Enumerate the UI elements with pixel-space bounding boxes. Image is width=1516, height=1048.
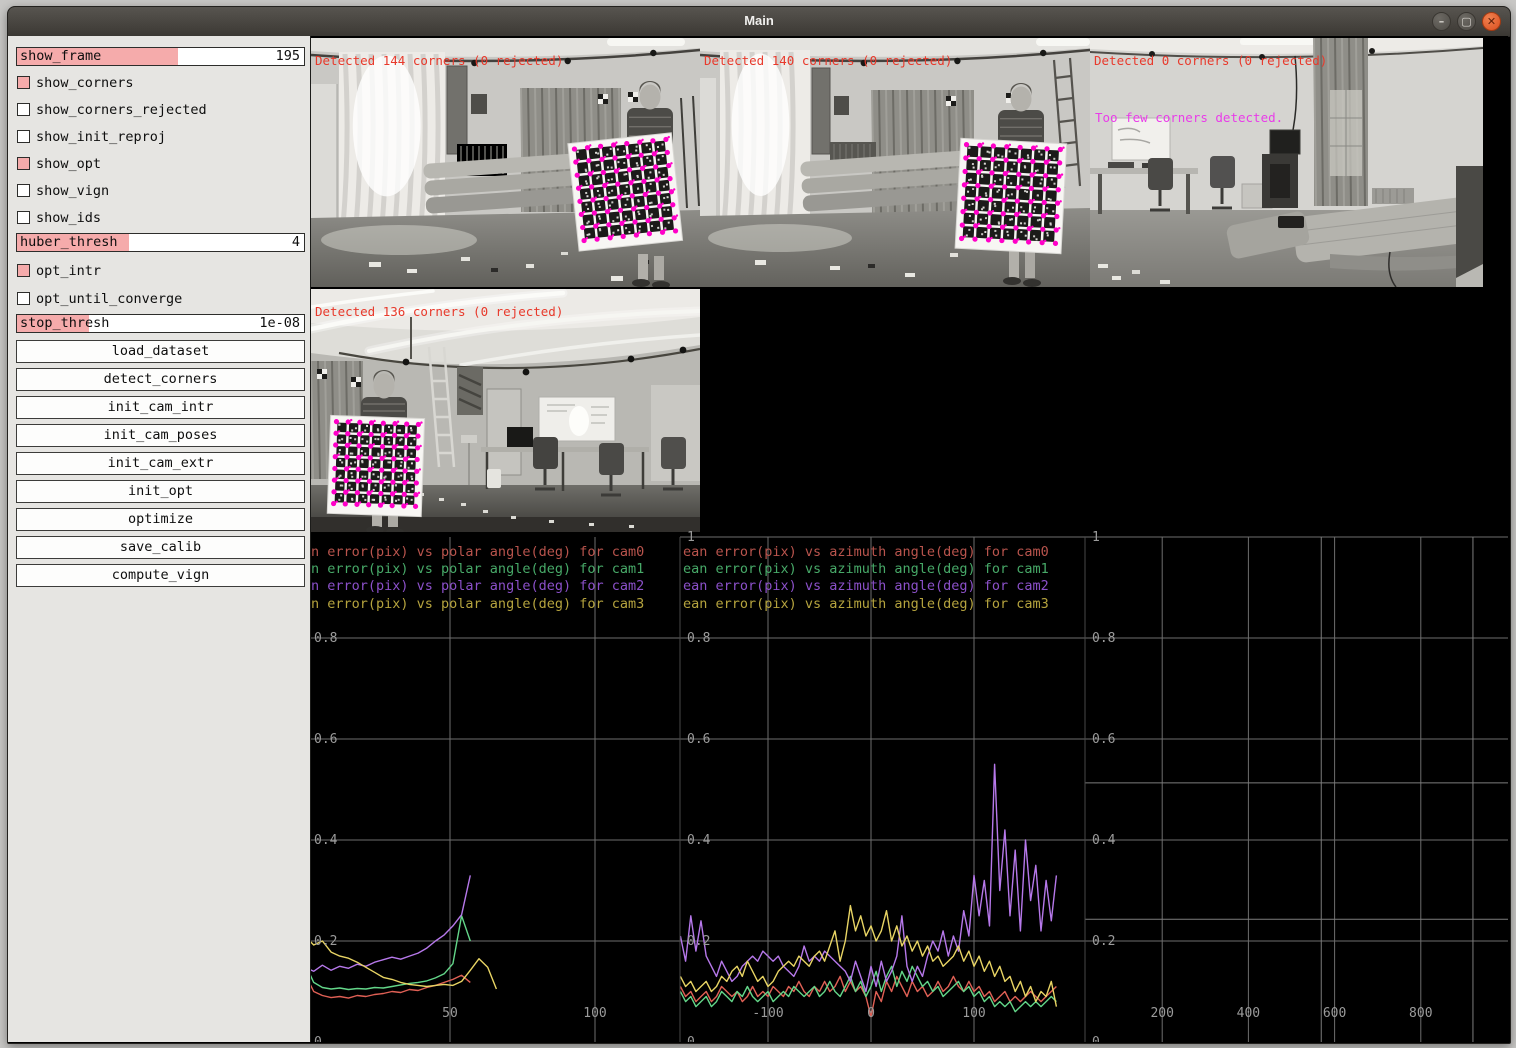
series-cam2: [311, 875, 470, 971]
checkbox-label: opt_intr: [36, 263, 101, 279]
legend-cam1: ean error(pix) vs azimuth angle(deg) for…: [683, 561, 1049, 578]
y-tick-label: 0: [314, 1035, 322, 1042]
huber-thresh-slider[interactable]: huber_thresh 4: [16, 233, 305, 252]
series-cam2: [680, 764, 1056, 991]
window-content: show_frame 195 show_corners show_corners_…: [8, 36, 1508, 1042]
checkbox-icon[interactable]: [17, 292, 30, 305]
checkbox-opt-intr[interactable]: opt_intr: [17, 263, 101, 278]
show-frame-slider[interactable]: show_frame 195: [16, 47, 305, 66]
y-tick-label: 0.2: [1092, 934, 1115, 949]
checkbox-show-corners-rejected[interactable]: show_corners_rejected: [17, 102, 207, 117]
x-tick-label: 0: [867, 1006, 875, 1021]
x-tick-label: 200: [1150, 1006, 1173, 1021]
plots-canvas[interactable]: [311, 36, 1508, 1042]
y-tick-label: 0.6: [687, 732, 710, 747]
checkbox-icon[interactable]: [17, 130, 30, 143]
y-tick-label: 0.8: [687, 631, 710, 646]
save-calib-button[interactable]: save_calib: [16, 536, 305, 559]
y-tick-label: 1: [1092, 530, 1100, 545]
render-area: Detected 144 corners (0 rejected) Detect…: [311, 36, 1508, 1042]
title-bar[interactable]: Main – ▢ ✕: [8, 7, 1510, 37]
legend-cam0: n error(pix) vs polar angle(deg) for cam…: [311, 544, 644, 561]
detection-status-cam3: Detected 136 corners (0 rejected): [315, 304, 563, 319]
checkbox-label: show_init_reproj: [36, 129, 166, 145]
y-tick-label: 1: [687, 530, 695, 545]
checkbox-icon[interactable]: [17, 211, 30, 224]
init-cam-intr-button[interactable]: init_cam_intr: [16, 396, 305, 419]
detection-warning-cam2: Too few corners detected.: [1095, 110, 1283, 125]
x-tick-label: -100: [752, 1006, 783, 1021]
checkbox-icon[interactable]: [17, 264, 30, 277]
legend-cam2: ean error(pix) vs azimuth angle(deg) for…: [683, 578, 1049, 595]
maximize-icon[interactable]: ▢: [1457, 12, 1476, 31]
control-sidebar: show_frame 195 show_corners show_corners_…: [8, 36, 311, 1042]
x-tick-label: 600: [1323, 1006, 1346, 1021]
slider-label: show_frame: [20, 48, 101, 65]
checkbox-label: show_corners: [36, 75, 134, 91]
checkbox-icon[interactable]: [17, 184, 30, 197]
slider-value: 1e-08: [259, 315, 300, 332]
y-tick-label: 0: [687, 1035, 695, 1042]
checkbox-icon[interactable]: [17, 103, 30, 116]
init-cam-extr-button[interactable]: init_cam_extr: [16, 452, 305, 475]
checkbox-opt-until-converge[interactable]: opt_until_converge: [17, 291, 182, 306]
y-tick-label: 0.8: [314, 631, 337, 646]
stop-thresh-slider[interactable]: stop_thresh 1e-08: [16, 314, 305, 333]
checkbox-show-ids[interactable]: show_ids: [17, 210, 101, 225]
y-tick-label: 0: [1092, 1035, 1100, 1042]
checkbox-label: show_vign: [36, 183, 109, 199]
detection-status-cam1: Detected 140 corners (0 rejected): [704, 53, 952, 68]
init-cam-poses-button[interactable]: init_cam_poses: [16, 424, 305, 447]
x-tick-label: 50: [442, 1006, 458, 1021]
detection-status-cam0: Detected 144 corners (0 rejected): [315, 53, 563, 68]
compute-vign-button[interactable]: compute_vign: [16, 564, 305, 587]
init-opt-button[interactable]: init_opt: [16, 480, 305, 503]
slider-label: huber_thresh: [20, 234, 118, 251]
window-title: Main: [8, 13, 1510, 28]
checkbox-label: show_opt: [36, 156, 101, 172]
checkbox-label: show_corners_rejected: [36, 102, 207, 118]
x-tick-label: 100: [583, 1006, 606, 1021]
y-tick-label: 0.6: [1092, 732, 1115, 747]
checkbox-show-init-reproj[interactable]: show_init_reproj: [17, 129, 166, 144]
checkbox-icon[interactable]: [17, 76, 30, 89]
legend-cam3: ean error(pix) vs azimuth angle(deg) for…: [683, 596, 1049, 613]
slider-value: 4: [292, 234, 300, 251]
y-tick-label: 0.4: [1092, 833, 1115, 848]
y-tick-label: 0.6: [314, 732, 337, 747]
legend-cam2: n error(pix) vs polar angle(deg) for cam…: [311, 578, 644, 595]
app-window: Main – ▢ ✕ show_frame 195 show_cornerssh…: [7, 6, 1511, 1044]
legend-cam3: n error(pix) vs polar angle(deg) for cam…: [311, 596, 644, 613]
checkbox-label: opt_until_converge: [36, 291, 182, 307]
y-tick-label: 0.2: [687, 934, 710, 949]
checkbox-show-corners[interactable]: show_corners: [17, 75, 134, 90]
window-controls: – ▢ ✕: [1432, 12, 1501, 31]
checkbox-show-opt[interactable]: show_opt: [17, 156, 101, 171]
minimize-icon[interactable]: –: [1432, 12, 1451, 31]
x-tick-label: 800: [1409, 1006, 1432, 1021]
slider-value: 195: [276, 48, 300, 65]
x-tick-label: 100: [962, 1006, 985, 1021]
close-icon[interactable]: ✕: [1482, 12, 1501, 31]
optimize-button[interactable]: optimize: [16, 508, 305, 531]
checkbox-show-vign[interactable]: show_vign: [17, 183, 109, 198]
y-tick-label: 0.4: [314, 833, 337, 848]
slider-label: stop_thresh: [20, 315, 109, 332]
detect-corners-button[interactable]: detect_corners: [16, 368, 305, 391]
detection-status-cam2: Detected 0 corners (0 rejected): [1094, 53, 1327, 68]
y-tick-label: 0.2: [314, 934, 337, 949]
series-cam0: [311, 974, 470, 998]
y-tick-label: 0.4: [687, 833, 710, 848]
y-tick-label: 0.8: [1092, 631, 1115, 646]
load-dataset-button[interactable]: load_dataset: [16, 340, 305, 363]
legend-cam1: n error(pix) vs polar angle(deg) for cam…: [311, 561, 644, 578]
checkbox-icon[interactable]: [17, 157, 30, 170]
plot-vignette[interactable]: [1085, 537, 1508, 1042]
checkbox-label: show_ids: [36, 210, 101, 226]
x-tick-label: 400: [1237, 1006, 1260, 1021]
legend-cam0: ean error(pix) vs azimuth angle(deg) for…: [683, 544, 1049, 561]
